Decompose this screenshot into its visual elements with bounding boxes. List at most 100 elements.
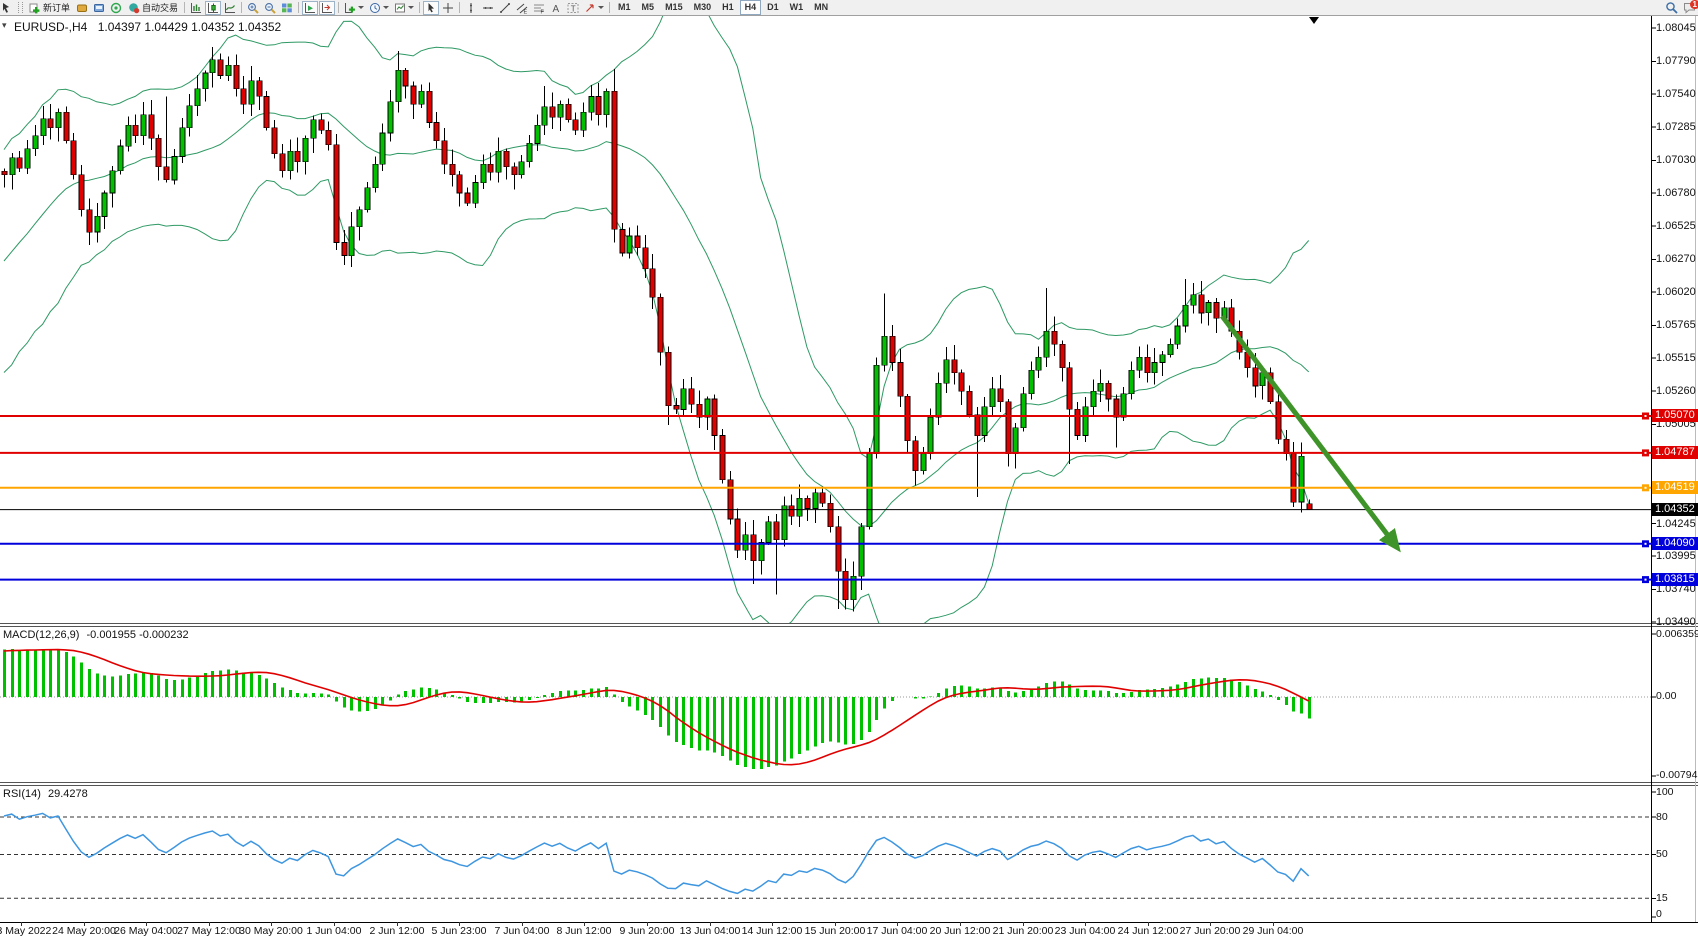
tile-windows-icon[interactable] bbox=[279, 1, 295, 15]
rsi-axis-100: 100 bbox=[1656, 786, 1674, 798]
text-label-icon[interactable]: T bbox=[565, 1, 581, 15]
fibonacci-icon[interactable]: F bbox=[531, 1, 547, 15]
price-axis-label: 1.07540 bbox=[1656, 88, 1696, 100]
timeframe-m1[interactable]: M1 bbox=[613, 0, 636, 15]
timeframe-m15[interactable]: M15 bbox=[660, 0, 688, 15]
price-axis-label: 1.06020 bbox=[1656, 286, 1696, 298]
rsi-indicator-label: RSI(14) 29.4278 bbox=[3, 788, 88, 800]
text-icon[interactable]: A bbox=[548, 1, 564, 15]
price-axis-label: 1.07790 bbox=[1656, 55, 1696, 67]
panel-frame bbox=[0, 16, 1698, 923]
terminal-icon[interactable] bbox=[91, 1, 107, 15]
equidistant-channel-icon[interactable]: E bbox=[514, 1, 530, 15]
rsi-axis-50: 50 bbox=[1656, 848, 1668, 860]
price-level-badge: 1.03815 bbox=[1652, 573, 1698, 586]
crosshair-icon[interactable] bbox=[440, 1, 456, 15]
price-axis-label: 1.05765 bbox=[1656, 319, 1696, 331]
rsi-axis-15: 15 bbox=[1656, 892, 1668, 904]
horizontal-line-icon[interactable] bbox=[480, 1, 496, 15]
chart-shift-icon[interactable] bbox=[319, 1, 335, 15]
time-axis-label: 1 Jun 04:00 bbox=[307, 925, 362, 937]
timeframe-h1[interactable]: H1 bbox=[717, 0, 739, 15]
timeframe-d1[interactable]: D1 bbox=[762, 0, 784, 15]
toolbar-separator bbox=[184, 2, 185, 13]
time-axis-label: 7 Jun 04:00 bbox=[495, 925, 550, 937]
bollinger-upper-band bbox=[4, 0, 1309, 459]
svg-text:T: T bbox=[571, 4, 576, 13]
macd-axis-zero: 0.00 bbox=[1656, 690, 1676, 702]
zoom-in-icon[interactable] bbox=[245, 1, 261, 15]
time-axis-label: 24 May 20:00 bbox=[52, 925, 116, 937]
market-depth-icon[interactable] bbox=[74, 1, 90, 15]
cursor-icon[interactable] bbox=[423, 1, 439, 15]
timeframe-w1[interactable]: W1 bbox=[785, 0, 809, 15]
time-axis-label: 27 May 12:00 bbox=[177, 925, 241, 937]
trend-arrow bbox=[1222, 316, 1396, 546]
rsi-line bbox=[4, 813, 1309, 893]
time-axis-label: 21 Jun 20:00 bbox=[993, 925, 1054, 937]
price-level-badge: 1.04787 bbox=[1652, 446, 1698, 459]
macd-panel bbox=[0, 649, 1651, 769]
svg-text:A: A bbox=[553, 4, 560, 14]
chart-canvas[interactable] bbox=[0, 0, 1698, 939]
mt4-window: { "toolbar": { "new_order_label": "新订单",… bbox=[0, 0, 1698, 939]
candlestick-icon[interactable] bbox=[205, 1, 221, 15]
price-level-badge: 1.04352 bbox=[1652, 503, 1698, 516]
bollinger-middle-band bbox=[4, 113, 1309, 527]
macd-name: MACD(12,26,9) bbox=[3, 629, 79, 641]
price-level-badge: 1.04519 bbox=[1652, 481, 1698, 494]
top-marker-triangle bbox=[1309, 17, 1319, 24]
zoom-out-icon[interactable] bbox=[262, 1, 278, 15]
price-axis-label: 1.05260 bbox=[1656, 385, 1696, 397]
periods-icon[interactable] bbox=[367, 1, 391, 15]
macd-values: -0.001955 -0.000232 bbox=[86, 629, 188, 641]
symbol-period: EURUSD-,H4 bbox=[14, 20, 87, 34]
main-chart-panel bbox=[0, 0, 1651, 642]
timeframe-m30[interactable]: M30 bbox=[689, 0, 717, 15]
autotrading-button[interactable]: 自动交易 bbox=[125, 1, 181, 15]
signals-icon[interactable] bbox=[108, 1, 124, 15]
toolbar-separator bbox=[241, 2, 242, 13]
price-level-badge: 1.05070 bbox=[1652, 409, 1698, 422]
time-axis-label: 14 Jun 12:00 bbox=[742, 925, 803, 937]
svg-text:F: F bbox=[541, 9, 545, 14]
time-axis-label: 17 Jun 04:00 bbox=[867, 925, 928, 937]
timeframe-mn[interactable]: MN bbox=[809, 0, 833, 15]
toolbar-separator bbox=[298, 2, 299, 13]
toolbar-separator bbox=[609, 2, 610, 13]
timeframe-m5[interactable]: M5 bbox=[637, 0, 660, 15]
time-axis-label: 26 May 04:00 bbox=[114, 925, 178, 937]
notifications-icon[interactable]: 1 bbox=[1681, 1, 1698, 15]
time-axis-label: 5 Jun 23:00 bbox=[432, 925, 487, 937]
price-axis-label: 1.06525 bbox=[1656, 220, 1696, 232]
time-axis-label: 24 Jun 12:00 bbox=[1118, 925, 1179, 937]
new-order-button[interactable]: 新订单 bbox=[26, 1, 73, 15]
time-axis-label: 23 Jun 04:00 bbox=[1055, 925, 1116, 937]
vertical-line-icon[interactable] bbox=[463, 1, 479, 15]
auto-scroll-icon[interactable] bbox=[302, 1, 318, 15]
search-icon[interactable] bbox=[1663, 1, 1680, 15]
app-icon bbox=[0, 1, 15, 15]
rsi-name: RSI(14) bbox=[3, 788, 41, 800]
time-axis-label: 27 Jun 20:00 bbox=[1180, 925, 1241, 937]
toolbar-separator bbox=[419, 2, 420, 13]
time-axis-label: 15 Jun 20:00 bbox=[805, 925, 866, 937]
line-chart-icon[interactable] bbox=[222, 1, 238, 15]
price-axis-label: 1.03490 bbox=[1656, 616, 1696, 628]
price-level-badge: 1.04090 bbox=[1652, 537, 1698, 550]
new-order-icon bbox=[29, 2, 41, 14]
arrows-icon[interactable] bbox=[582, 1, 606, 15]
rsi-axis-0: 0 bbox=[1656, 908, 1662, 920]
indicators-icon[interactable] bbox=[342, 1, 366, 15]
trendline-icon[interactable] bbox=[497, 1, 513, 15]
macd-axis-min: -0.007949 bbox=[1656, 769, 1698, 781]
bar-chart-icon[interactable] bbox=[188, 1, 204, 15]
macd-signal-line bbox=[4, 650, 1309, 765]
timeframe-h4[interactable]: H4 bbox=[740, 0, 762, 15]
templates-icon[interactable] bbox=[392, 1, 416, 15]
price-axis-label: 1.07030 bbox=[1656, 154, 1696, 166]
new-order-label: 新订单 bbox=[43, 1, 70, 14]
time-axis-label: 20 Jun 12:00 bbox=[930, 925, 991, 937]
bollinger-lower-band bbox=[4, 180, 1309, 642]
price-axis-label: 1.05515 bbox=[1656, 352, 1696, 364]
